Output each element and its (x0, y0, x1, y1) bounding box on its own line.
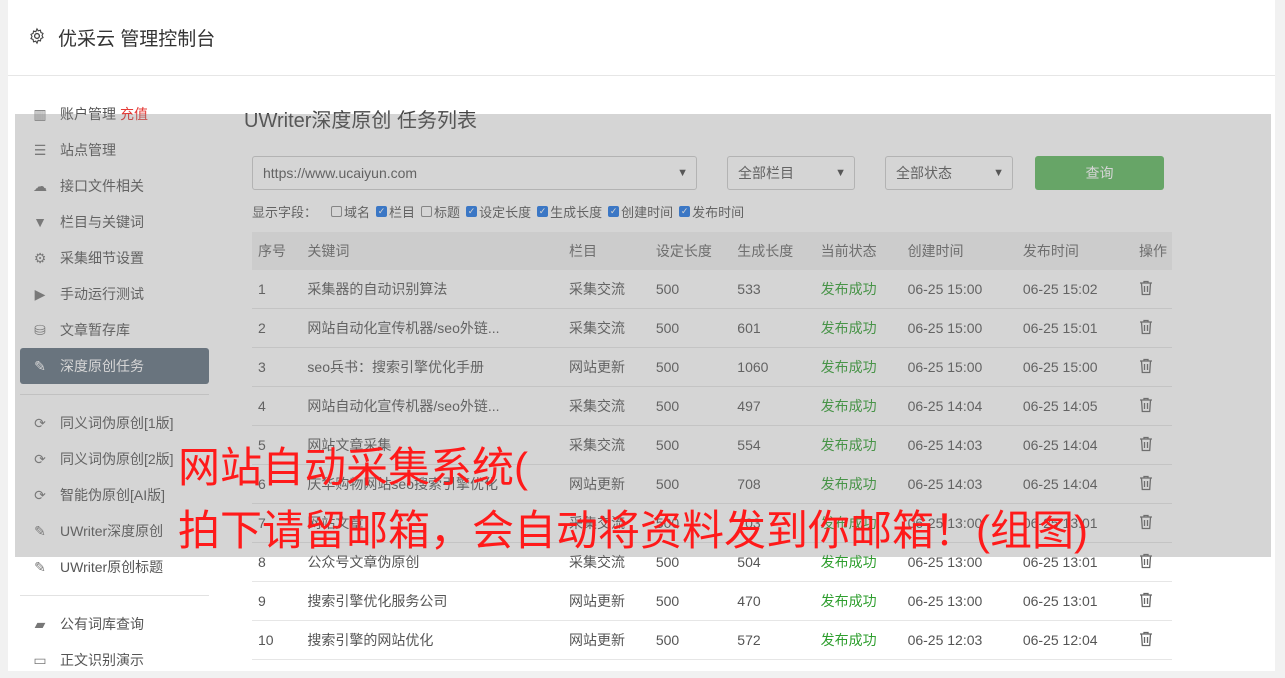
app-title: 优采云 管理控制台 (58, 29, 216, 50)
table-cell: 06-25 12:03 (901, 620, 1017, 660)
table-cell: 500 (649, 620, 732, 660)
sidebar-divider (20, 595, 209, 596)
table-cell: 发布成功 (814, 581, 902, 621)
sidebar-item-label: 正文识别演示 (60, 652, 144, 668)
table-cell: 500 (649, 581, 732, 621)
action-cell (1133, 581, 1172, 621)
edit-icon: ✎ (34, 558, 46, 575)
table-cell: 06-25 13:00 (901, 581, 1017, 621)
table-cell: 网站更新 (562, 620, 650, 660)
overlay-text-line1: 网站自动采集系统( (178, 444, 528, 491)
sidebar-item-label: UWriter原创标题 (60, 559, 164, 575)
sidebar-item[interactable]: ▭ 正文识别演示 (20, 642, 209, 678)
table-cell: 470 (731, 581, 815, 621)
table-cell: 网站更新 (562, 581, 650, 621)
trash-icon[interactable] (1139, 631, 1153, 647)
table-cell: 06-25 13:01 (1016, 581, 1134, 621)
table-cell: 搜索引擎的网站优化 (301, 620, 563, 660)
action-cell (1133, 620, 1172, 660)
table-cell: 572 (731, 620, 815, 660)
book-icon: ▰ (34, 615, 46, 632)
gear-icon[interactable] (28, 27, 46, 45)
desktop-icon: ▭ (33, 651, 47, 668)
table-cell: 06-25 12:04 (1016, 620, 1134, 660)
trash-icon[interactable] (1139, 592, 1153, 608)
table-row: 9 搜索引擎优化服务公司 网站更新 500 470 发布成功 06-25 13:00 06-2… (252, 581, 1172, 621)
sidebar-item-label: 公有词库查询 (60, 616, 144, 632)
table-cell: 搜索引擎优化服务公司 (301, 581, 563, 621)
watermark-overlay: 网站自动采集系统( 拍下请留邮箱，会自动将资料发到你邮箱！(组图) (15, 114, 1271, 557)
table-cell: 10 (252, 620, 302, 660)
sidebar-item[interactable]: ▰ 公有词库查询 (20, 606, 209, 642)
top-bar: 优采云 管理控制台 (8, 0, 1275, 76)
table-cell: 9 (252, 581, 302, 621)
table-row: 10 搜索引擎的网站优化 网站更新 500 572 发布成功 06-25 12:03 06-2… (252, 620, 1172, 660)
overlay-text-line2: 拍下请留邮箱，会自动将资料发到你邮箱！(组图) (178, 507, 1088, 554)
table-cell: 发布成功 (814, 620, 902, 660)
